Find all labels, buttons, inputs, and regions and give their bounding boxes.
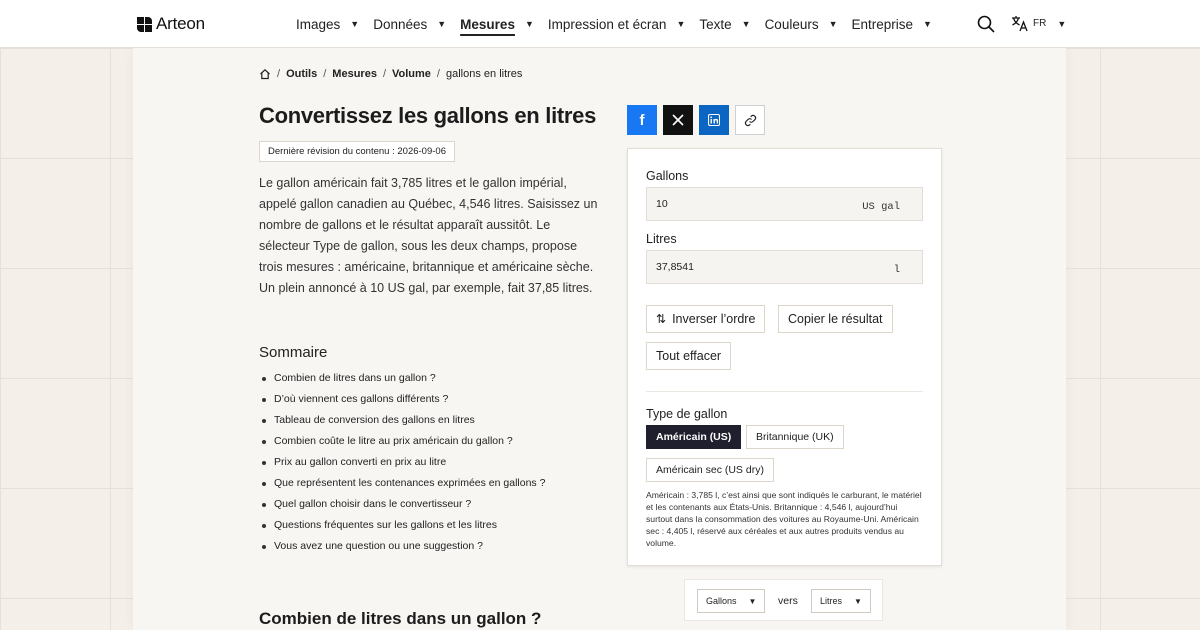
breadcrumb-outils[interactable]: Outils xyxy=(286,68,317,80)
share-buttons: f xyxy=(627,105,765,135)
nav-item-impression[interactable]: Impression et écran ▼ xyxy=(548,0,685,48)
nav-item-images[interactable]: Images ▼ xyxy=(296,0,359,48)
copy-result-button[interactable]: Copier le résultat xyxy=(778,305,893,333)
language-selector[interactable]: FR ▼ xyxy=(1011,15,1066,32)
revision-badge: Dernière révision du contenu : 2026-09-0… xyxy=(259,141,455,162)
divider xyxy=(646,391,923,392)
nav-item-label: Impression et écran xyxy=(547,16,667,32)
swap-button-label: Inverser l’ordre xyxy=(672,312,756,326)
section-title: Combien de litres dans un gallon ? xyxy=(259,609,542,628)
nav-item-texte[interactable]: Texte ▼ xyxy=(699,0,750,48)
caret-down-icon: ▼ xyxy=(524,19,534,29)
gallons-input[interactable] xyxy=(656,198,836,210)
main-nav: Images ▼ Données ▼ Mesures ▼ Impression … xyxy=(296,0,946,48)
copy-result-label: Copier le résultat xyxy=(788,312,883,326)
home-icon[interactable] xyxy=(259,68,271,80)
type-us-button[interactable]: Américain (US) xyxy=(646,425,742,449)
breadcrumb-mesures[interactable]: Mesures xyxy=(332,68,377,80)
intro-paragraph: Le gallon américain fait 3,785 litres et… xyxy=(259,176,598,295)
summary-link[interactable]: D’où viennent ces gallons différents ? xyxy=(259,389,545,410)
nav-item-donnees[interactable]: Données ▼ xyxy=(373,0,446,48)
summary-link[interactable]: Combien de litres dans un gallon ? xyxy=(259,368,545,389)
type-uk-button[interactable]: Britannique (UK) xyxy=(746,425,844,449)
caret-down-icon: ▼ xyxy=(741,19,751,29)
summary-link[interactable]: Que représentent les contenances exprimé… xyxy=(259,473,545,494)
summary-link[interactable]: Tableau de conversion des gallons en lit… xyxy=(259,410,545,431)
mini-converter: Gallons ▼ vers Litres ▼ xyxy=(684,579,883,621)
logo[interactable]: Arteon xyxy=(137,14,205,34)
clear-all-button[interactable]: Tout effacer xyxy=(646,342,732,370)
litres-unit: l xyxy=(893,264,900,276)
caret-down-icon: ▼ xyxy=(748,596,757,606)
gallon-type-note: Américain : 3,785 l, c’est ainsi que son… xyxy=(646,490,922,548)
breadcrumb-volume[interactable]: Volume xyxy=(392,68,431,80)
nav-item-couleurs[interactable]: Couleurs ▼ xyxy=(765,0,838,48)
summary-link[interactable]: Vous avez une question ou une suggestion… xyxy=(259,536,545,557)
language-code: FR xyxy=(1033,18,1047,29)
content-panel: / Outils / Mesures / Volume / gallons en… xyxy=(133,48,1066,630)
gallon-type-label: Type de gallon xyxy=(646,407,728,421)
search-icon[interactable] xyxy=(977,15,995,33)
mini-from-value: Gallons xyxy=(706,596,737,606)
litres-label: Litres xyxy=(646,232,677,246)
top-navigation-bar: Arteon Images ▼ Données ▼ Mesures ▼ Impr… xyxy=(0,0,1200,48)
gallons-field-wrapper: US gal xyxy=(646,187,923,221)
facebook-icon: f xyxy=(639,111,645,129)
summary-link[interactable]: Prix au gallon converti en prix au litre xyxy=(259,452,545,473)
type-us-dry-button[interactable]: Américain sec (US dry) xyxy=(646,458,774,482)
nav-item-mesures[interactable]: Mesures ▼ xyxy=(460,0,534,48)
nav-item-label: Mesures xyxy=(460,16,515,32)
nav-item-label: Entreprise xyxy=(851,16,914,32)
caret-down-icon: ▼ xyxy=(437,19,447,29)
litres-input[interactable] xyxy=(656,261,836,273)
breadcrumb-current: gallons en litres xyxy=(445,68,523,80)
copy-link-button[interactable] xyxy=(735,105,765,135)
mini-from-select[interactable]: Gallons ▼ xyxy=(697,589,766,613)
translate-icon xyxy=(1012,16,1028,32)
caret-down-icon: ▼ xyxy=(854,596,862,606)
page-title: Convertissez les gallons en litres xyxy=(259,103,597,128)
caret-down-icon: ▼ xyxy=(350,19,360,29)
clear-all-label: Tout effacer xyxy=(656,349,722,363)
mini-connector: vers xyxy=(778,595,798,607)
breadcrumb: / Outils / Mesures / Volume / gallons en… xyxy=(259,68,522,80)
gallons-unit: US gal xyxy=(862,201,900,213)
caret-down-icon: ▼ xyxy=(1057,18,1067,29)
linkedin-share-button[interactable] xyxy=(699,105,729,135)
gallons-label: Gallons xyxy=(646,169,689,183)
caret-down-icon: ▼ xyxy=(828,19,838,29)
swap-button[interactable]: ⇅ Inverser l’ordre xyxy=(646,305,766,333)
logo-text: Arteon xyxy=(156,14,205,33)
converter-card: Gallons US gal Litres l ⇅ Inverser l’ord… xyxy=(627,148,942,566)
summary-link[interactable]: Combien coûte le litre au prix américain… xyxy=(259,431,545,452)
linkedin-icon xyxy=(708,114,720,126)
caret-down-icon: ▼ xyxy=(676,19,686,29)
nav-item-label: Texte xyxy=(699,16,732,32)
nav-item-entreprise[interactable]: Entreprise ▼ xyxy=(852,0,932,48)
summary-link[interactable]: Quel gallon choisir dans le convertisseu… xyxy=(259,494,545,515)
mini-to-select[interactable]: Litres ▼ xyxy=(811,589,871,613)
swap-arrows-icon: ⇅ xyxy=(656,312,667,326)
facebook-share-button[interactable]: f xyxy=(627,105,657,135)
summary-list: Combien de litres dans un gallon ? D’où … xyxy=(259,368,545,557)
nav-item-label: Images xyxy=(296,16,341,32)
logo-mark-icon xyxy=(137,16,152,32)
caret-down-icon: ▼ xyxy=(923,19,932,29)
link-icon xyxy=(744,114,756,126)
summary-link[interactable]: Questions fréquentes sur les gallons et … xyxy=(259,515,545,536)
nav-item-label: Couleurs xyxy=(764,16,819,32)
x-share-button[interactable] xyxy=(663,105,693,135)
nav-item-label: Données xyxy=(373,16,428,32)
x-icon xyxy=(672,114,684,126)
summary-title: Sommaire xyxy=(259,344,328,361)
mini-to-value: Litres xyxy=(820,596,843,606)
litres-field-wrapper: l xyxy=(646,250,923,284)
